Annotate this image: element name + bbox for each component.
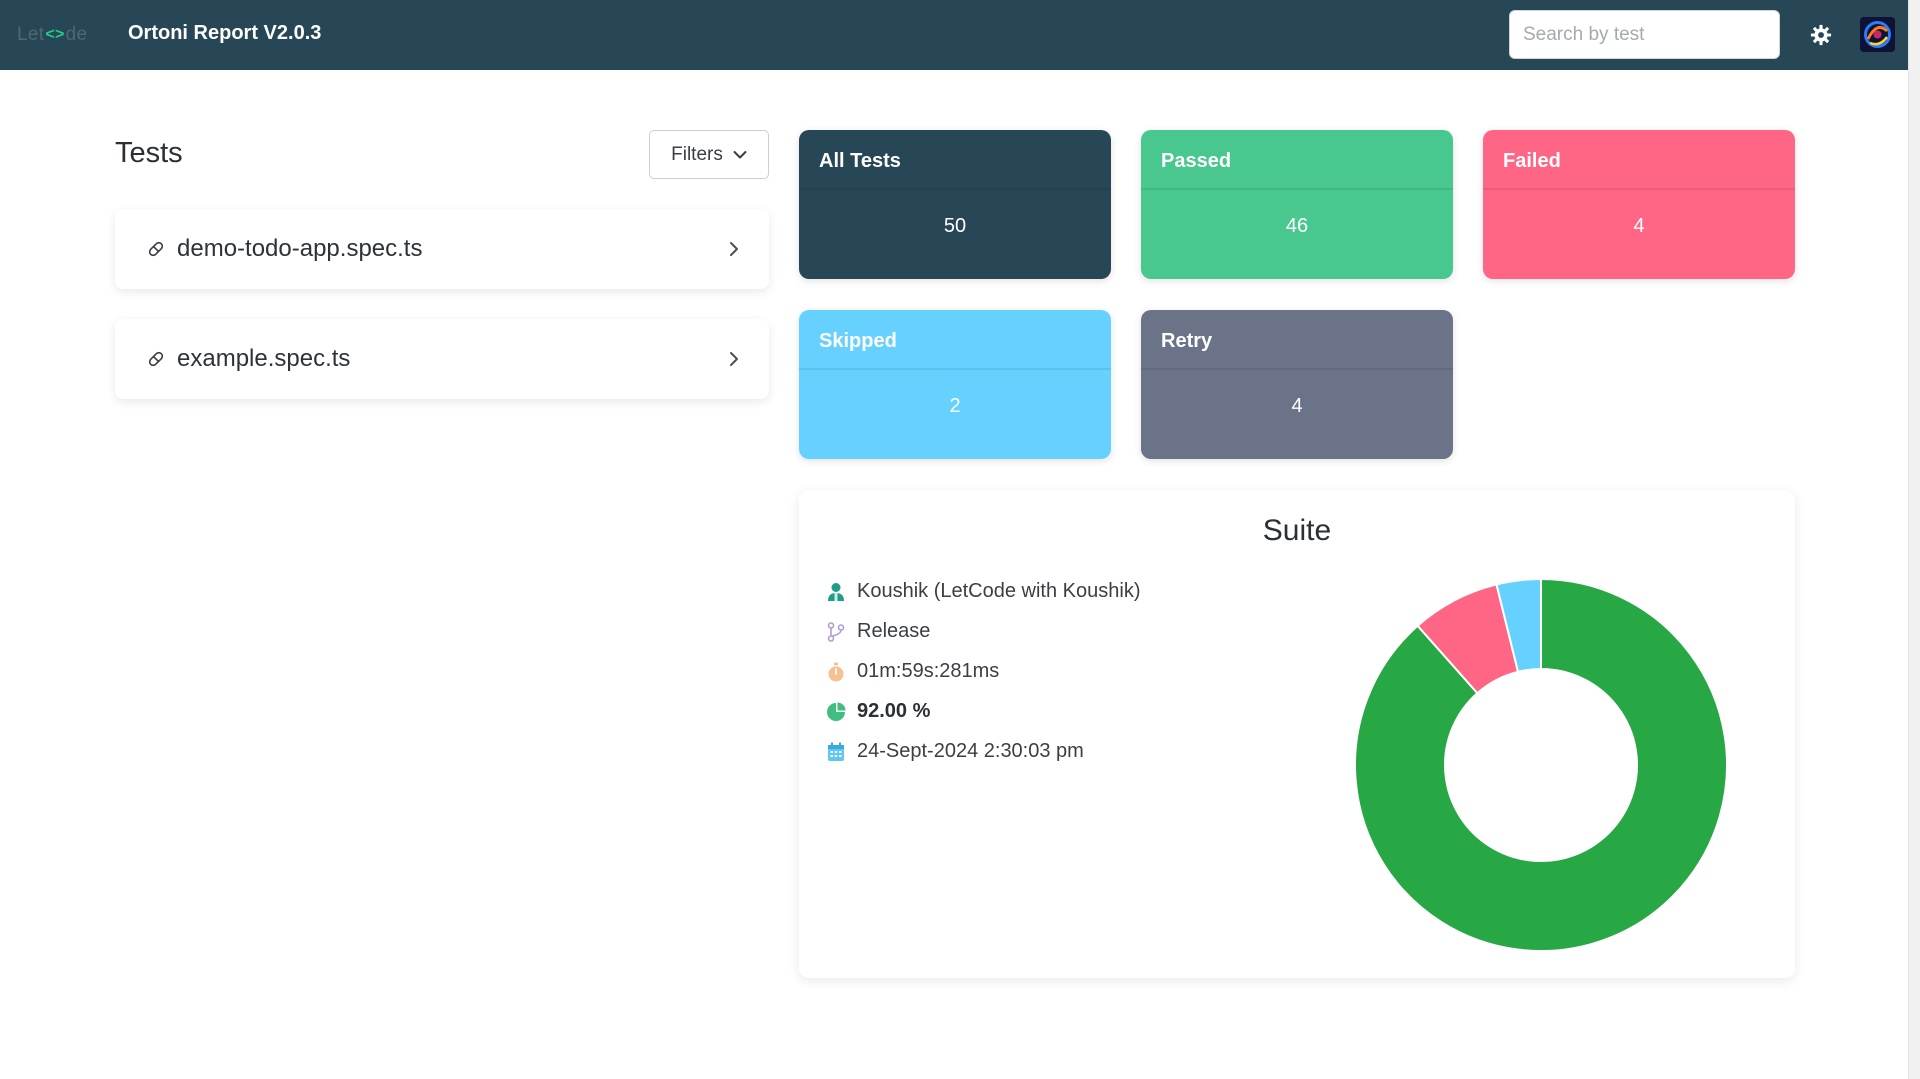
avatar-icon: [1860, 17, 1895, 52]
suite-result-donut-chart: [1354, 578, 1728, 952]
stat-card-all-tests[interactable]: All Tests 50: [799, 130, 1111, 279]
suite-author-row: Koushik (LetCode with Koushik): [826, 580, 1140, 603]
filters-button[interactable]: Filters: [649, 130, 769, 179]
suite-date-row: 24-Sept-2024 2:30:03 pm: [826, 740, 1084, 763]
user-icon: [826, 581, 846, 603]
stat-card-retry[interactable]: Retry 4: [1141, 310, 1453, 459]
chevron-right-icon: [730, 352, 738, 366]
suite-type: Release: [857, 620, 931, 642]
tests-heading: Tests: [115, 137, 183, 169]
logo-text-left: Let: [17, 24, 45, 45]
app-title: Ortoni Report V2.0.3: [128, 22, 322, 44]
stat-card-value: 50: [943, 215, 967, 237]
suite-success-rate: 92.00 %: [857, 700, 931, 722]
pill-icon: [148, 351, 164, 367]
theme-toggle-button[interactable]: [1806, 20, 1836, 50]
logo-code-mark: <>: [45, 26, 65, 43]
stat-card-label: Retry: [1141, 310, 1453, 370]
stat-card-label: Skipped: [799, 310, 1111, 370]
suite-summary-card: Suite Koushik (LetCode with Koushik) Rel…: [799, 490, 1795, 978]
stat-card-label: Failed: [1483, 130, 1795, 190]
stat-card-failed[interactable]: Failed 4: [1483, 130, 1795, 279]
filters-label: Filters: [671, 143, 723, 165]
branch-icon: [826, 621, 846, 643]
stat-card-value: 2: [949, 395, 961, 417]
suite-author: Koushik (LetCode with Koushik): [857, 580, 1141, 602]
test-file-item[interactable]: example.spec.ts: [115, 319, 769, 399]
gear-icon: [1810, 24, 1832, 46]
search-input[interactable]: [1509, 10, 1780, 59]
page-scrollbar[interactable]: [1908, 0, 1920, 1079]
suite-title: Suite: [1262, 514, 1332, 547]
chevron-down-icon: [733, 150, 747, 158]
suite-type-row: Release: [826, 620, 930, 643]
top-navbar: Let <> de Ortoni Report V2.0.3: [0, 0, 1908, 70]
stat-card-value: 4: [1291, 395, 1303, 417]
suite-duration-row: 01m:59s:281ms: [826, 660, 999, 683]
test-file-name: demo-todo-app.spec.ts: [177, 235, 423, 262]
stat-card-value: 46: [1285, 215, 1309, 237]
pie-chart-icon: [826, 701, 846, 723]
stat-card-passed[interactable]: Passed 46: [1141, 130, 1453, 279]
chevron-right-icon: [730, 242, 738, 256]
pill-icon: [148, 241, 164, 257]
letcode-logo: Let <> de: [17, 24, 87, 46]
user-avatar[interactable]: [1860, 17, 1895, 52]
logo-text-right: de: [65, 24, 88, 45]
stat-card-label: Passed: [1141, 130, 1453, 190]
suite-duration: 01m:59s:281ms: [857, 660, 1000, 682]
stat-card-label: All Tests: [799, 130, 1111, 190]
test-file-name: example.spec.ts: [177, 345, 351, 372]
suite-success-rate-row: 92.00 %: [826, 700, 930, 723]
suite-date: 24-Sept-2024 2:30:03 pm: [857, 740, 1084, 762]
test-file-item[interactable]: demo-todo-app.spec.ts: [115, 209, 769, 289]
stat-card-value: 4: [1633, 215, 1645, 237]
stopwatch-icon: [826, 661, 846, 683]
calendar-icon: [826, 741, 846, 763]
stat-card-skipped[interactable]: Skipped 2: [799, 310, 1111, 459]
